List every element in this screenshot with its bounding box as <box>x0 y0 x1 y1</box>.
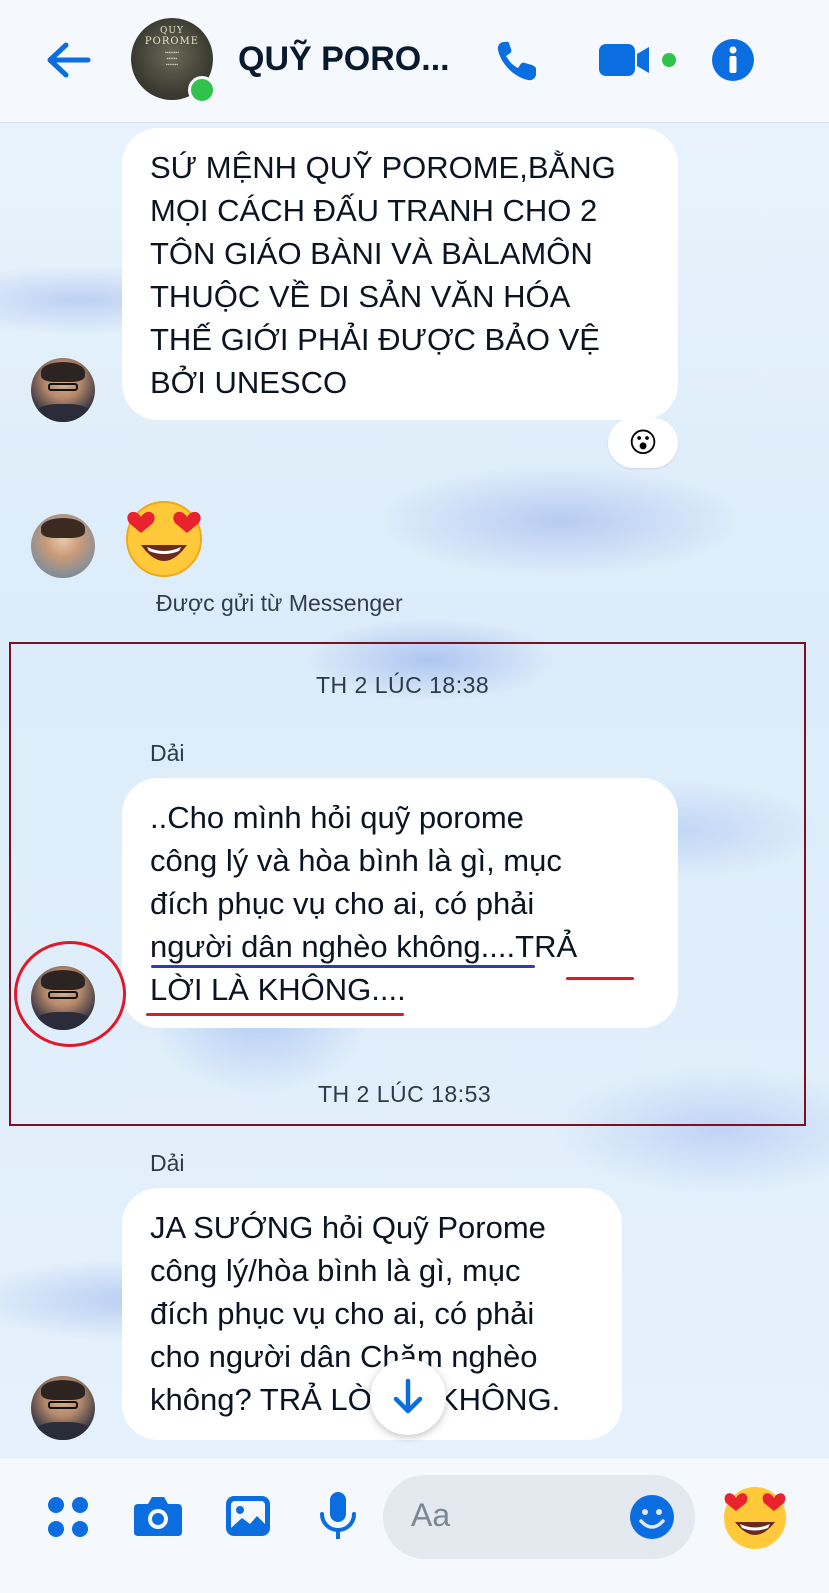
message-line: công lý và hòa bình là gì, mục <box>150 843 562 878</box>
message-line: TÔN GIÁO BÀNI VÀ BÀLAMÔN <box>150 236 593 271</box>
apps-grid-icon[interactable] <box>46 1495 90 1539</box>
reaction-badge[interactable]: 😮 <box>608 418 678 468</box>
phone-call-icon[interactable] <box>494 38 540 84</box>
message-line: LỜI LÀ KHÔNG.... <box>150 972 406 1007</box>
avatar-text-line2: POROME <box>144 36 200 47</box>
message-line: JA SƯỚNG hỏi Quỹ Porome <box>150 1210 546 1245</box>
sender-name: Dải <box>150 740 185 766</box>
arrow-down-icon <box>393 1378 423 1414</box>
sender-avatar[interactable] <box>31 514 95 578</box>
video-call-icon[interactable] <box>597 40 681 80</box>
red-underline-annotation <box>566 977 634 980</box>
message-line: đích phục vụ cho ai, có phải <box>150 886 535 921</box>
message-line: THUỘC VỀ DI SẢN VĂN HÓA <box>150 279 571 314</box>
heart-eyes-emoji-icon[interactable] <box>121 497 207 577</box>
avatar-fine-print: ▪▪▪▪▪▪▪▪ ▪▪▪▪▪▪ ▪▪▪▪▪▪▪ <box>164 50 180 68</box>
sent-from-messenger-note: Được gửi từ Messenger <box>156 590 403 616</box>
message-line: ..Cho mình hỏi quỹ porome <box>150 800 524 835</box>
info-icon[interactable] <box>711 38 755 82</box>
sender-name: Dải <box>150 1150 185 1176</box>
message-timestamp: TH 2 LÚC 18:53 <box>318 1081 492 1107</box>
scroll-to-bottom-button[interactable] <box>370 1359 446 1435</box>
blue-underline-annotation <box>151 965 535 968</box>
message-line: MỌI CÁCH ĐẤU TRANH CHO 2 <box>150 193 598 228</box>
message-bubble[interactable]: ..Cho mình hỏi quỹ porome công lý và hòa… <box>122 778 678 1028</box>
online-status-dot <box>188 76 216 104</box>
send-emoji-heart-eyes-icon[interactable] <box>718 1480 792 1550</box>
message-line: SỨ MỆNH QUỸ POROME,BẰNG <box>150 150 616 185</box>
chat-title[interactable]: QUỸ PORO... <box>238 40 450 79</box>
message-line: đích phục vụ cho ai, có phải <box>150 1296 535 1331</box>
message-line: THẾ GIỚI PHẢI ĐƯỢC BẢO VỆ <box>150 322 600 357</box>
message-input-placeholder: Aa <box>411 1497 451 1533</box>
gallery-image-icon[interactable] <box>224 1492 272 1540</box>
chat-header: QUY POROME ▪▪▪▪▪▪▪▪ ▪▪▪▪▪▪ ▪▪▪▪▪▪▪ QUỸ POR… <box>0 0 829 123</box>
message-line: người dân nghèo không....TRẢ <box>150 929 578 964</box>
red-underline-annotation <box>146 1013 404 1016</box>
microphone-icon[interactable] <box>318 1490 358 1542</box>
message-line: BỞI UNESCO <box>150 365 348 400</box>
message-timestamp: TH 2 LÚC 18:38 <box>316 672 490 698</box>
sender-avatar[interactable] <box>31 358 95 422</box>
avatar-text-line1: QUY <box>160 26 184 36</box>
back-arrow-icon[interactable] <box>44 40 92 80</box>
red-circle-annotation <box>14 941 126 1047</box>
camera-icon[interactable] <box>132 1492 184 1540</box>
sender-avatar[interactable] <box>31 1376 95 1440</box>
message-bubble[interactable]: SỨ MỆNH QUỸ POROME,BẰNG MỌI CÁCH ĐẤU TRA… <box>122 128 678 420</box>
message-line: công lý/hòa bình là gì, mục <box>150 1253 521 1288</box>
emoji-picker-icon[interactable] <box>628 1493 676 1541</box>
